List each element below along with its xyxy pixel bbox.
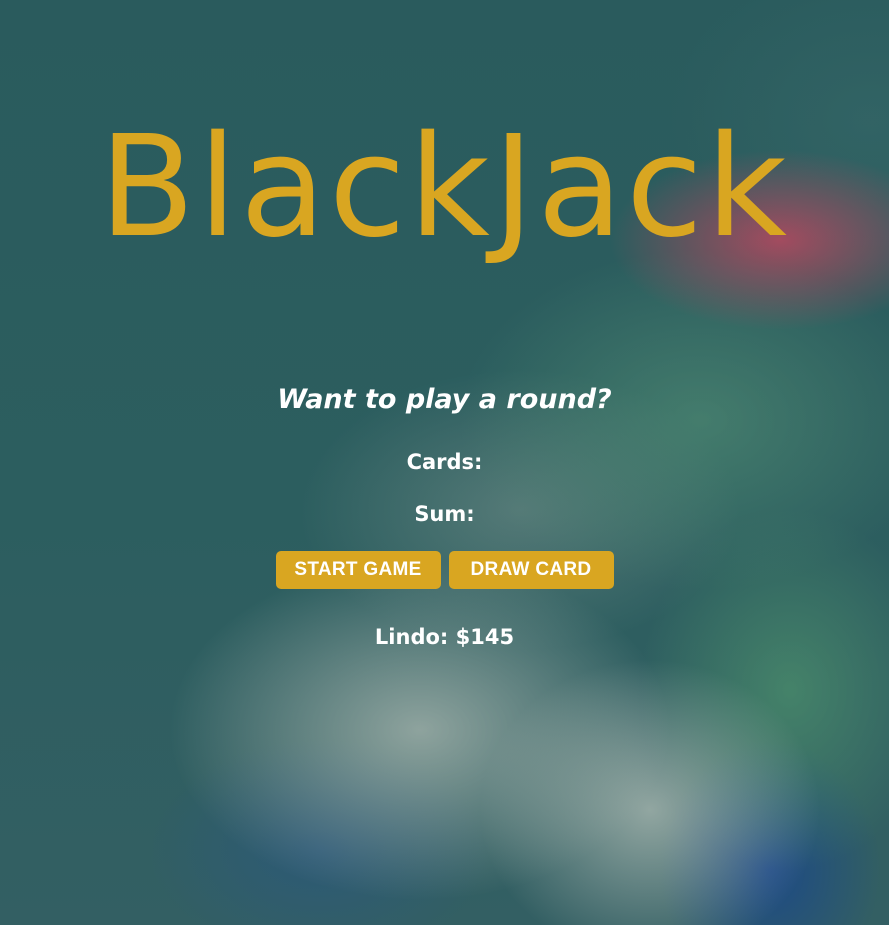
message-text: Want to play a round? [277,384,612,415]
start-game-button[interactable]: START GAME [275,551,441,589]
sum-display: Sum: [414,502,475,526]
cards-display: Cards: [406,450,483,474]
action-buttons: START GAME DRAW CARD [0,551,889,589]
draw-card-button[interactable]: DRAW CARD [448,551,614,589]
game-title: BlackJack [99,106,790,269]
game-container: BlackJack Want to play a round? Cards: S… [0,0,889,925]
player-chips-display: Lindo: $145 [374,625,515,649]
